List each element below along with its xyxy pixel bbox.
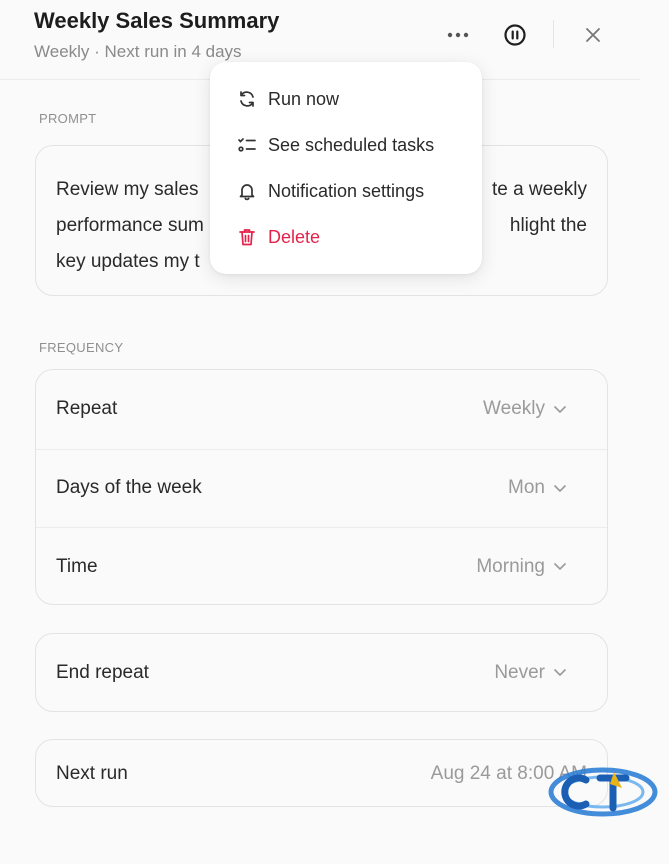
chevron-down-icon: [553, 563, 567, 571]
menu-item-label: Delete: [268, 226, 321, 247]
trash-icon: [236, 226, 258, 248]
watermark-logo-icon: [548, 767, 658, 817]
end-repeat-select[interactable]: Never: [494, 662, 567, 684]
next-run-card: Next run Aug 24 at 8:00 AM: [35, 739, 608, 807]
days-of-week-row[interactable]: Days of the week Mon: [36, 448, 607, 528]
frequency-section-label: FREQUENCY: [39, 340, 124, 355]
scheduled-task-panel: Weekly Sales Summary Weekly · Next run i…: [0, 0, 669, 864]
repeat-select[interactable]: Weekly: [483, 398, 567, 420]
task-title: Weekly Sales Summary: [34, 8, 280, 33]
refresh-icon: [236, 88, 258, 110]
prompt-line-2a: performance sum: [56, 215, 204, 236]
pause-circle-icon: [504, 24, 526, 46]
time-label: Time: [56, 555, 98, 577]
prompt-line-1a: Review my sales: [56, 179, 199, 200]
chevron-down-icon: [553, 668, 567, 677]
close-icon: [586, 28, 600, 42]
time-select[interactable]: Morning: [476, 556, 567, 578]
repeat-row[interactable]: Repeat Weekly: [36, 370, 607, 449]
task-subtitle: Weekly · Next run in 4 days: [34, 42, 242, 61]
more-options-button[interactable]: [443, 20, 473, 50]
menu-item-label: See scheduled tasks: [268, 134, 435, 155]
prompt-line-3: key updates my t: [56, 251, 200, 272]
repeat-value: Weekly: [483, 398, 545, 420]
prompt-section-label: PROMPT: [39, 111, 97, 126]
close-button[interactable]: [578, 20, 608, 50]
next-run-row: Next run Aug 24 at 8:00 AM: [36, 740, 607, 808]
end-repeat-card: End repeat Never: [35, 633, 608, 712]
more-options-menu: Run now See scheduled tasks Notification…: [210, 62, 482, 274]
prompt-line-2b: hlight the: [509, 215, 587, 236]
menu-item-notification-settings[interactable]: Notification settings: [210, 168, 482, 214]
time-row[interactable]: Time Morning: [36, 527, 607, 606]
time-value: Morning: [476, 555, 545, 577]
end-repeat-label: End repeat: [56, 661, 149, 683]
next-run-label: Next run: [56, 763, 128, 784]
days-of-week-label: Days of the week: [56, 477, 202, 499]
header-divider: [553, 20, 554, 48]
days-of-week-select[interactable]: Mon: [508, 477, 567, 499]
repeat-label: Repeat: [56, 398, 118, 420]
chevron-down-icon: [553, 484, 567, 493]
checklist-icon: [236, 134, 258, 156]
bell-icon: [236, 180, 258, 202]
menu-item-delete[interactable]: Delete: [210, 214, 482, 260]
menu-item-label: Notification settings: [268, 180, 425, 201]
end-repeat-value: Never: [494, 661, 545, 683]
days-of-week-value: Mon: [508, 477, 545, 499]
menu-item-see-scheduled-tasks[interactable]: See scheduled tasks: [210, 122, 482, 168]
frequency-card: Repeat Weekly Days of the week Mon Time …: [35, 369, 608, 605]
pause-button[interactable]: [500, 20, 530, 50]
more-horizontal-icon: [447, 32, 469, 38]
prompt-line-1b: te a weekly: [491, 179, 587, 200]
menu-item-run-now[interactable]: Run now: [210, 76, 482, 122]
menu-item-label: Run now: [268, 88, 340, 109]
end-repeat-row[interactable]: End repeat Never: [36, 634, 607, 711]
chevron-down-icon: [553, 405, 567, 413]
